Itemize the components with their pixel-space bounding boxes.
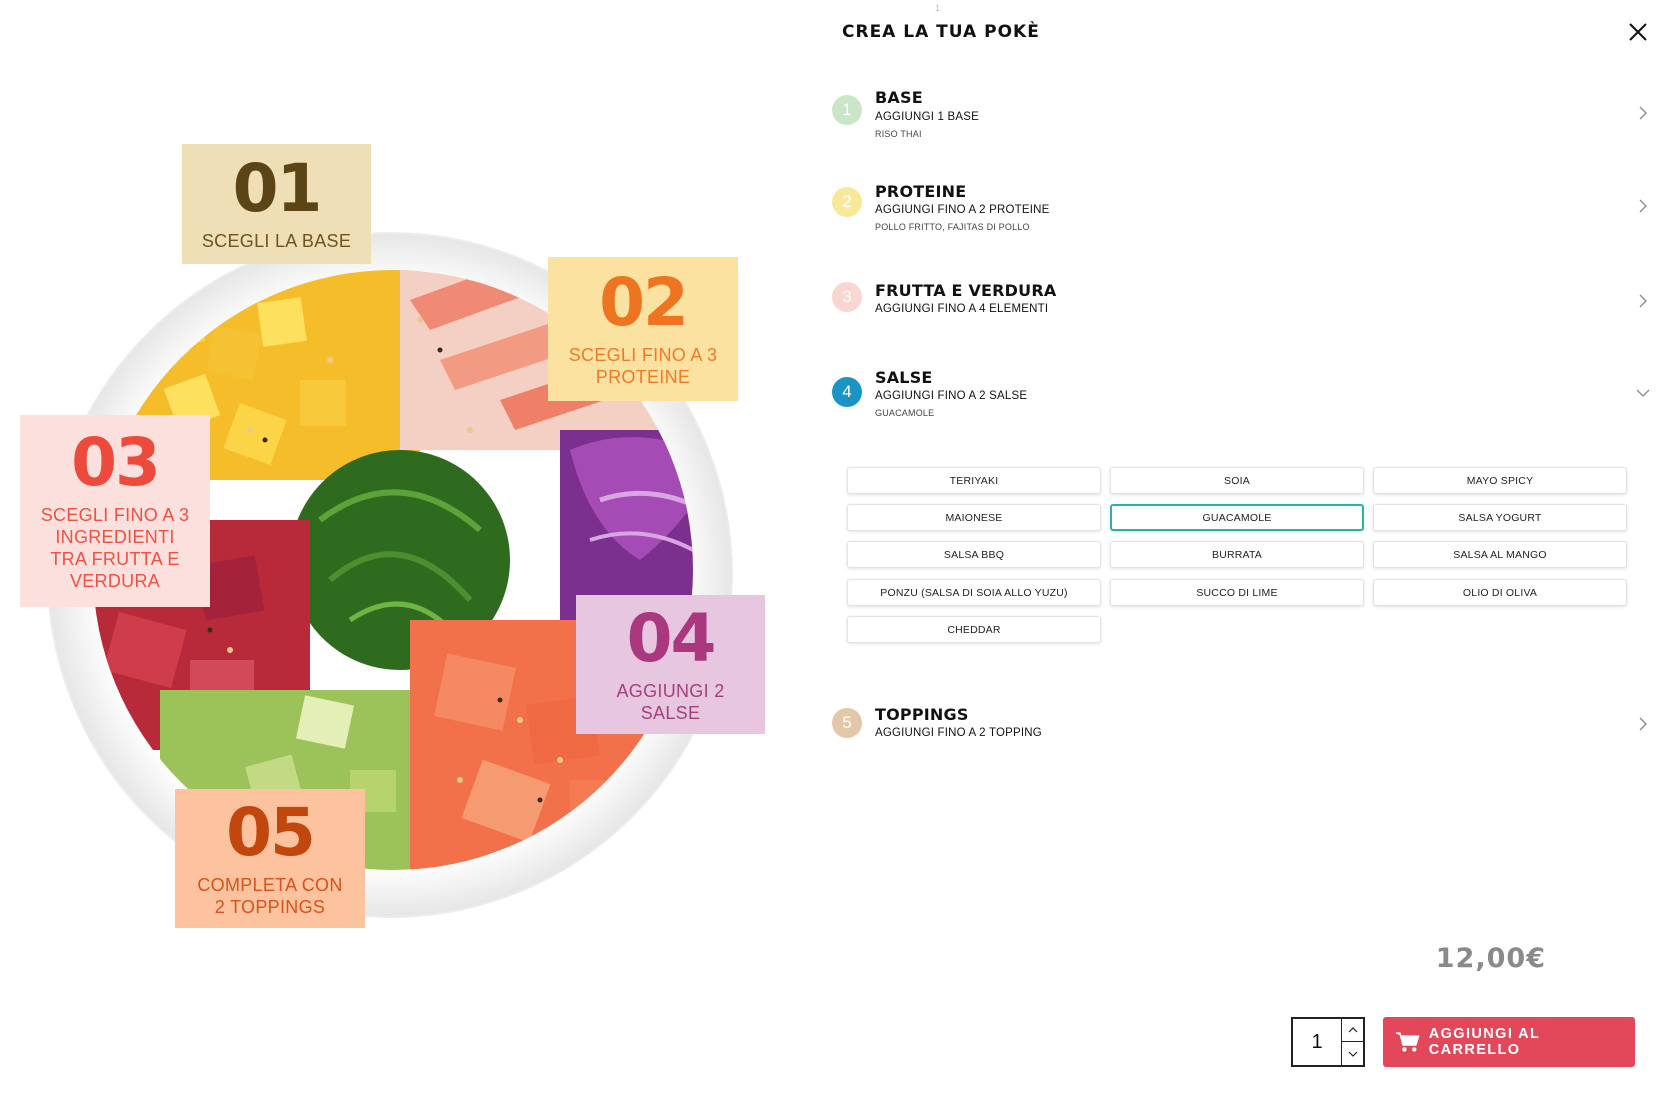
chevron-down-icon: [1636, 389, 1650, 397]
step-name: FRUTTA E VERDURA: [875, 281, 1057, 300]
sauce-option[interactable]: SALSA YOGURT: [1373, 504, 1627, 531]
quantity-stepper: [1291, 1017, 1365, 1067]
step-badge: 4: [832, 377, 862, 407]
step-card-05: 05 COMPLETA CON 2 TOPPINGS: [175, 789, 365, 928]
step-card-number: 01: [232, 150, 323, 227]
step-name: BASE: [875, 88, 923, 107]
sauce-option[interactable]: SALSA AL MANGO: [1373, 541, 1627, 568]
chevron-up-icon: [1348, 1027, 1357, 1033]
chevron-right-icon: [1639, 106, 1647, 120]
step-card-text: SCEGLI FINO A 3 INGREDIENTI TRA FRUTTA E…: [40, 505, 190, 591]
poke-illustration: 01 SCEGLI LA BASE 02 SCEGLI FINO A 3 PRO…: [0, 0, 780, 1101]
step-card-01: 01 SCEGLI LA BASE: [182, 144, 371, 264]
step-card-04: 04 AGGIUNGI 2 SALSE: [576, 595, 765, 734]
panel-title: CREA LA TUA POKÈ: [842, 22, 1040, 42]
step-badge: 2: [832, 187, 862, 217]
step-badge: 1: [832, 95, 862, 125]
add-to-cart-label: AGGIUNGI AL CARRELLO: [1428, 1026, 1540, 1058]
step-card-03: 03 SCEGLI FINO A 3 INGREDIENTI TRA FRUTT…: [20, 415, 210, 607]
quantity-increase-button[interactable]: [1341, 1019, 1363, 1042]
step-card-text: SCEGLI FINO A 3 PROTEINE: [568, 345, 718, 387]
sauce-option[interactable]: BURRATA: [1110, 541, 1364, 568]
sauce-option[interactable]: GUACAMOLE: [1110, 504, 1364, 531]
sauce-option[interactable]: SALSA BBQ: [847, 541, 1101, 568]
step-name: SALSE: [875, 368, 933, 387]
chevron-down-icon: [1348, 1051, 1357, 1057]
step-selection: POLLO FRITTO, FAJITAS DI POLLO: [875, 222, 1030, 232]
step-badge: 5: [832, 708, 862, 738]
step-selection: GUACAMOLE: [875, 408, 935, 418]
step-card-02: 02 SCEGLI FINO A 3 PROTEINE: [548, 257, 738, 401]
step-badge: 3: [832, 282, 862, 312]
quantity-decrease-button[interactable]: [1341, 1042, 1363, 1065]
step-card-number: 02: [599, 264, 689, 341]
price-label: 12,00€: [1435, 943, 1546, 974]
step-subtitle: AGGIUNGI FINO A 2 SALSE: [875, 390, 1028, 402]
step-salse[interactable]: 4 SALSE AGGIUNGI FINO A 2 SALSE GUACAMOL…: [832, 368, 1650, 428]
step-toppings[interactable]: 5 TOPPINGS AGGIUNGI FINO A 2 TOPPING: [832, 705, 1650, 755]
sauce-option[interactable]: PONZU (SALSA DI SOIA ALLO YUZU): [847, 579, 1101, 606]
close-icon: [1629, 23, 1647, 41]
sauce-option[interactable]: SOIA: [1110, 467, 1364, 494]
chevron-right-icon: [1639, 199, 1647, 213]
step-card-text: COMPLETA CON 2 TOPPINGS: [197, 874, 343, 917]
step-subtitle: AGGIUNGI FINO A 2 PROTEINE: [875, 204, 1050, 216]
sauce-option[interactable]: MAIONESE: [847, 504, 1101, 531]
step-card-number: 05: [226, 793, 316, 871]
step-frutta-verdura[interactable]: 3 FRUTTA E VERDURA AGGIUNGI FINO A 4 ELE…: [832, 281, 1650, 331]
step-name: PROTEINE: [875, 182, 967, 201]
cart-icon: [1395, 1032, 1420, 1052]
close-button[interactable]: [1628, 22, 1648, 42]
step-subtitle: AGGIUNGI FINO A 2 TOPPING: [875, 727, 1042, 739]
quantity-input[interactable]: [1293, 1019, 1341, 1065]
step-card-number: 03: [71, 424, 161, 501]
sauce-option[interactable]: OLIO DI OLIVA: [1373, 579, 1627, 606]
step-subtitle: AGGIUNGI 1 BASE: [875, 111, 979, 123]
step-name: TOPPINGS: [875, 705, 969, 724]
sauce-option[interactable]: CHEDDAR: [847, 616, 1101, 643]
sauce-option[interactable]: SUCCO DI LIME: [1110, 579, 1364, 606]
top-marker: 1: [935, 3, 941, 13]
chevron-right-icon: [1639, 717, 1647, 731]
add-to-cart-button[interactable]: AGGIUNGI AL CARRELLO: [1383, 1017, 1635, 1067]
step-base[interactable]: 1 BASE AGGIUNGI 1 BASE RISO THAI: [832, 88, 1650, 148]
step-selection: RISO THAI: [875, 129, 922, 139]
step-card-text: SCEGLI LA BASE: [201, 231, 352, 251]
step-subtitle: AGGIUNGI FINO A 4 ELEMENTI: [875, 303, 1049, 315]
step-proteine[interactable]: 2 PROTEINE AGGIUNGI FINO A 2 PROTEINE PO…: [832, 182, 1650, 242]
chevron-right-icon: [1639, 294, 1647, 308]
step-card-text: AGGIUNGI 2 SALSE: [616, 680, 725, 723]
sauce-option[interactable]: MAYO SPICY: [1373, 467, 1627, 494]
sauce-option[interactable]: TERIYAKI: [847, 467, 1101, 494]
step-card-number: 04: [626, 599, 717, 677]
